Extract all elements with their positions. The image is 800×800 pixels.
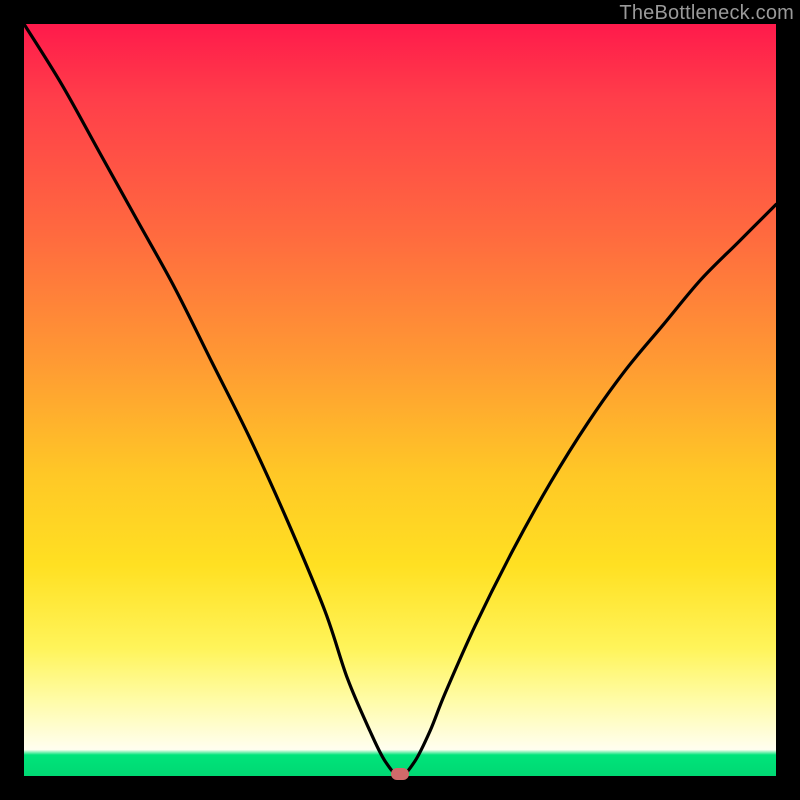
bottleneck-curve [24,24,776,776]
chart-plot-area [24,24,776,776]
watermark-text: TheBottleneck.com [619,2,794,25]
chart-frame: TheBottleneck.com [0,0,800,800]
optimum-marker [391,768,409,780]
